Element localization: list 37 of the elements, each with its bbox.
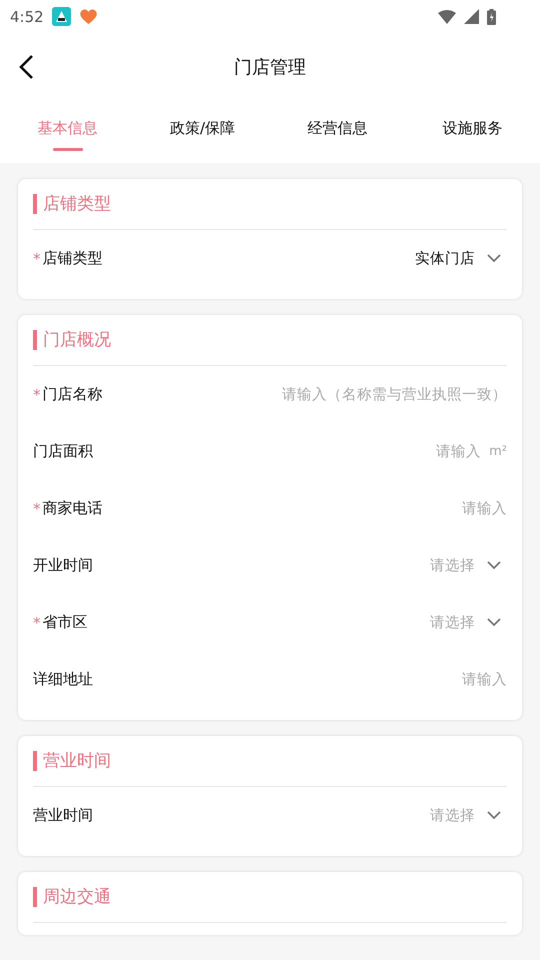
input-field[interactable]: 请输入（名称需与营业执照一致） — [102, 386, 507, 402]
tab[interactable]: 设施服务 — [405, 100, 540, 163]
field-label: 门店名称 — [42, 385, 102, 404]
field-label: 商家电话 — [42, 499, 102, 518]
tab[interactable]: 经营信息 — [270, 100, 405, 163]
field-label: 营业时间 — [33, 806, 93, 825]
chevron-down-icon — [487, 254, 501, 263]
chevron-down-icon — [487, 561, 501, 570]
field-label: 开业时间 — [33, 556, 93, 575]
section-title: 周边交通 — [33, 887, 111, 907]
tab[interactable]: 政策/保障 — [135, 100, 270, 163]
unit-label: m² — [489, 444, 507, 459]
back-icon[interactable] — [18, 54, 36, 80]
input-field[interactable]: 请输入 — [102, 500, 507, 516]
required-mark: * — [33, 386, 40, 404]
field-label: 详细地址 — [33, 670, 93, 689]
field-label: 省市区 — [42, 613, 88, 632]
wifi-icon — [438, 10, 456, 24]
section-title: 店铺类型 — [33, 194, 111, 214]
field-label: 店铺类型 — [42, 249, 102, 268]
section-title: 营业时间 — [33, 751, 111, 771]
section-title: 门店概况 — [33, 330, 111, 350]
heart-icon — [78, 8, 98, 25]
chevron-down-icon — [487, 618, 501, 627]
signal-icon — [464, 9, 479, 24]
chevron-down-icon — [487, 811, 501, 820]
status-time: 4:52 — [10, 8, 44, 26]
required-mark: * — [33, 614, 40, 632]
page-title: 门店管理 — [234, 56, 306, 78]
select-value[interactable]: 实体门店 — [415, 249, 475, 268]
input-field[interactable]: 请输入 — [93, 672, 507, 688]
required-mark: * — [33, 250, 40, 268]
required-mark: * — [33, 500, 40, 518]
battery-icon — [487, 8, 496, 24]
field-label: 门店面积 — [33, 442, 93, 461]
app-icon — [52, 7, 71, 26]
input-field[interactable]: 请输入 — [93, 444, 482, 460]
